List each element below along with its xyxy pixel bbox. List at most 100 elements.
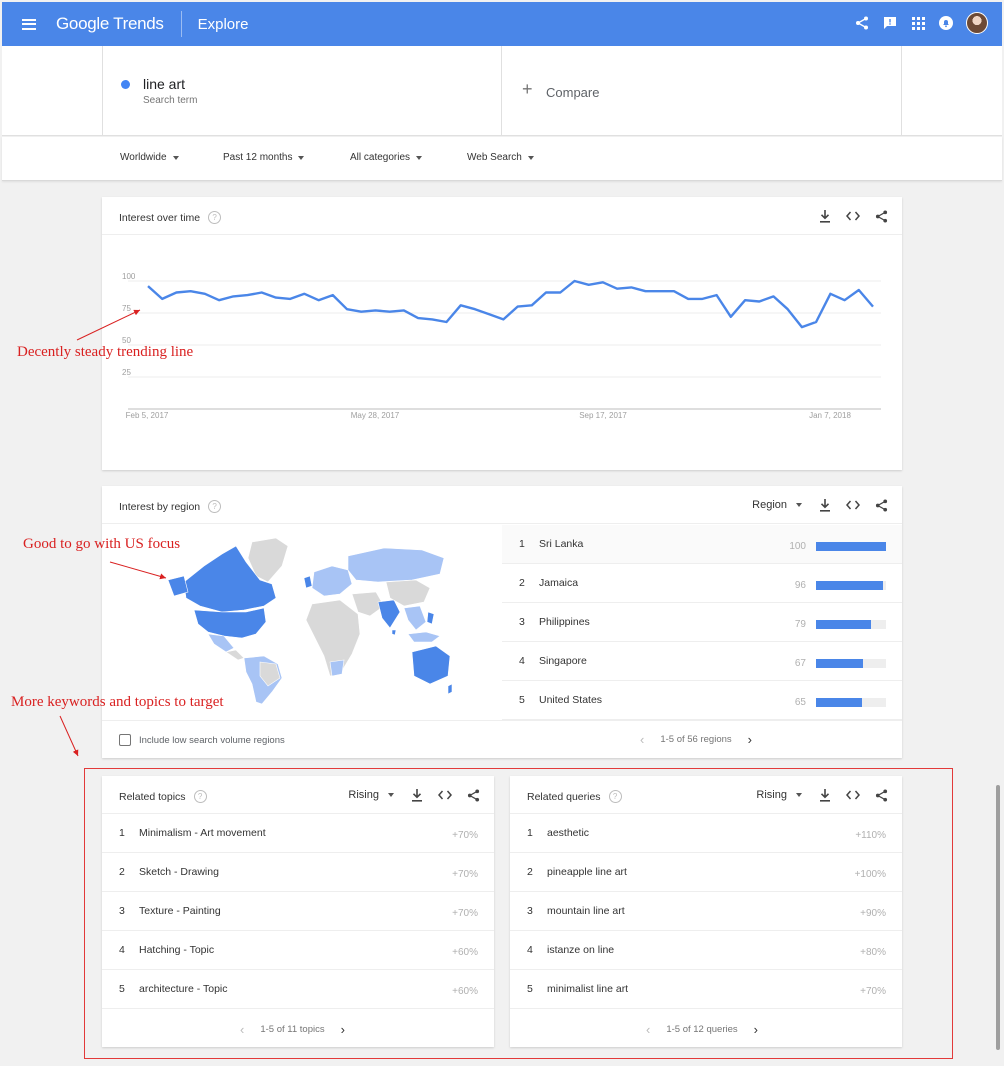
annotation-region: Good to go with US focus (23, 536, 181, 552)
card-title: Interest by region? (119, 500, 222, 513)
rank-number: 4 (519, 655, 525, 667)
y-tick-label: 100 (122, 272, 136, 281)
map-new-zealand (447, 683, 453, 695)
filter-category[interactable]: All categories (350, 152, 423, 163)
map-philippines (426, 611, 435, 625)
caret-down-icon (172, 155, 179, 160)
embed-icon[interactable] (846, 209, 860, 223)
value-bar (816, 698, 862, 707)
rank-label: Philippines (539, 616, 590, 628)
annotation-trend: Decently steady trending line (17, 344, 194, 360)
filter-region[interactable]: Worldwide (120, 152, 179, 163)
caret-down-icon (416, 155, 423, 160)
region-row[interactable]: 2 Jamaica 96 (502, 564, 902, 603)
x-tick-label: May 28, 2017 (351, 411, 400, 420)
card-title: Interest over time? (119, 211, 222, 224)
value-bar (816, 659, 863, 668)
map-central-america (225, 649, 245, 661)
filter-bar: Worldwide Past 12 months All categories … (2, 137, 1002, 181)
highlight-frame (84, 768, 953, 1059)
rank-value: 65 (794, 697, 806, 708)
interest-over-time-chart: 100755025 Feb 5, 2017 May 28, 2017 Sep 17,… (122, 272, 881, 420)
share-icon[interactable] (874, 498, 888, 512)
search-term-card[interactable]: line art Search term (102, 46, 502, 136)
card-header: Interest by region? Region (102, 486, 902, 524)
google-trends-logo[interactable]: Google Trends (56, 14, 164, 34)
y-tick-label: 75 (122, 304, 131, 313)
plus-icon: + (522, 79, 533, 99)
rank-number: 2 (519, 577, 525, 589)
scrollbar-thumb[interactable] (996, 785, 1000, 1050)
card-actions (818, 209, 888, 223)
header-divider (180, 11, 182, 37)
filter-search-type-label: Web Search (467, 152, 522, 163)
x-tick-label: Feb 5, 2017 (126, 411, 169, 420)
share-icon[interactable] (874, 209, 888, 223)
filter-time[interactable]: Past 12 months (223, 152, 305, 163)
card-title-text: Interest by region (119, 500, 201, 513)
chevron-left-icon[interactable]: ‹ (640, 732, 644, 747)
avatar[interactable] (966, 12, 988, 34)
rank-value: 67 (794, 658, 806, 669)
rank-number: 1 (519, 538, 525, 550)
map-indonesia (407, 631, 441, 643)
value-bar-track (816, 659, 886, 668)
value-bar-track (816, 581, 886, 590)
card-header: Interest over time? (102, 197, 902, 235)
rank-label: Jamaica (539, 577, 579, 589)
menu-icon[interactable] (22, 18, 36, 30)
search-term-name: line art (143, 76, 186, 92)
region-footer: Include low search volume regions ‹ 1-5 … (102, 720, 902, 758)
map-australia (411, 645, 451, 685)
value-bar-track (816, 542, 886, 551)
region-row[interactable]: 1 Sri Lanka 100 (502, 525, 902, 564)
chart-gridlines (128, 280, 881, 410)
page-title: Explore (197, 15, 249, 33)
chart-x-ticks: Feb 5, 2017 May 28, 2017 Sep 17, 2017 Jan 7… (126, 411, 852, 420)
region-row[interactable]: 5 United States 65 (502, 681, 902, 720)
low-volume-checkbox[interactable] (119, 734, 131, 746)
search-term-strip: line art Search term + Compare (2, 46, 1002, 136)
compare-label: Compare (546, 85, 600, 100)
value-bar-track (816, 698, 886, 707)
chevron-right-icon[interactable]: › (748, 732, 752, 747)
embed-icon[interactable] (846, 498, 860, 512)
region-pager-text: 1-5 of 56 regions (660, 734, 732, 745)
region-row[interactable]: 3 Philippines 79 (502, 603, 902, 642)
notifications-icon[interactable] (938, 15, 954, 31)
map-uk (303, 575, 313, 589)
rank-label: Sri Lanka (539, 538, 584, 550)
world-map[interactable] (164, 536, 454, 706)
y-tick-label: 25 (122, 368, 131, 377)
feedback-icon[interactable] (882, 15, 898, 31)
top-app-bar: Google Trends Explore (2, 2, 1002, 46)
download-icon[interactable] (818, 498, 832, 512)
download-icon[interactable] (818, 209, 832, 223)
low-volume-label: Include low search volume regions (139, 735, 285, 746)
region-row[interactable]: 4 Singapore 67 (502, 642, 902, 681)
map-southeast-asia (403, 605, 427, 631)
card-actions: Region (752, 498, 888, 512)
map-sri-lanka (391, 629, 397, 636)
help-icon[interactable]: ? (208, 211, 222, 224)
interest-over-time-card: Interest over time? 100 75 50 25 Feb 5, 201… (102, 197, 902, 470)
caret-down-icon (527, 155, 534, 160)
region-dropdown[interactable]: Region (752, 499, 802, 511)
help-icon[interactable]: ? (208, 500, 222, 513)
annotation-keywords: More keywords and topics to target (11, 694, 224, 710)
filter-category-label: All categories (350, 152, 411, 163)
map-south-africa (329, 659, 345, 677)
x-tick-label: Sep 17, 2017 (579, 411, 627, 420)
compare-button[interactable]: + Compare (502, 46, 902, 136)
arrow-keywords (59, 715, 79, 757)
region-dropdown-label: Region (752, 499, 787, 511)
map-india (377, 599, 401, 629)
map-alaska (167, 575, 189, 597)
filter-search-type[interactable]: Web Search (467, 152, 534, 163)
share-icon[interactable] (854, 15, 870, 31)
rank-label: Singapore (539, 655, 587, 667)
apps-icon[interactable] (910, 15, 926, 31)
value-bar-track (816, 620, 886, 629)
value-bar (816, 581, 884, 590)
interest-by-region-card: Interest by region? Region 1 Sri Lanka 1… (102, 486, 902, 758)
